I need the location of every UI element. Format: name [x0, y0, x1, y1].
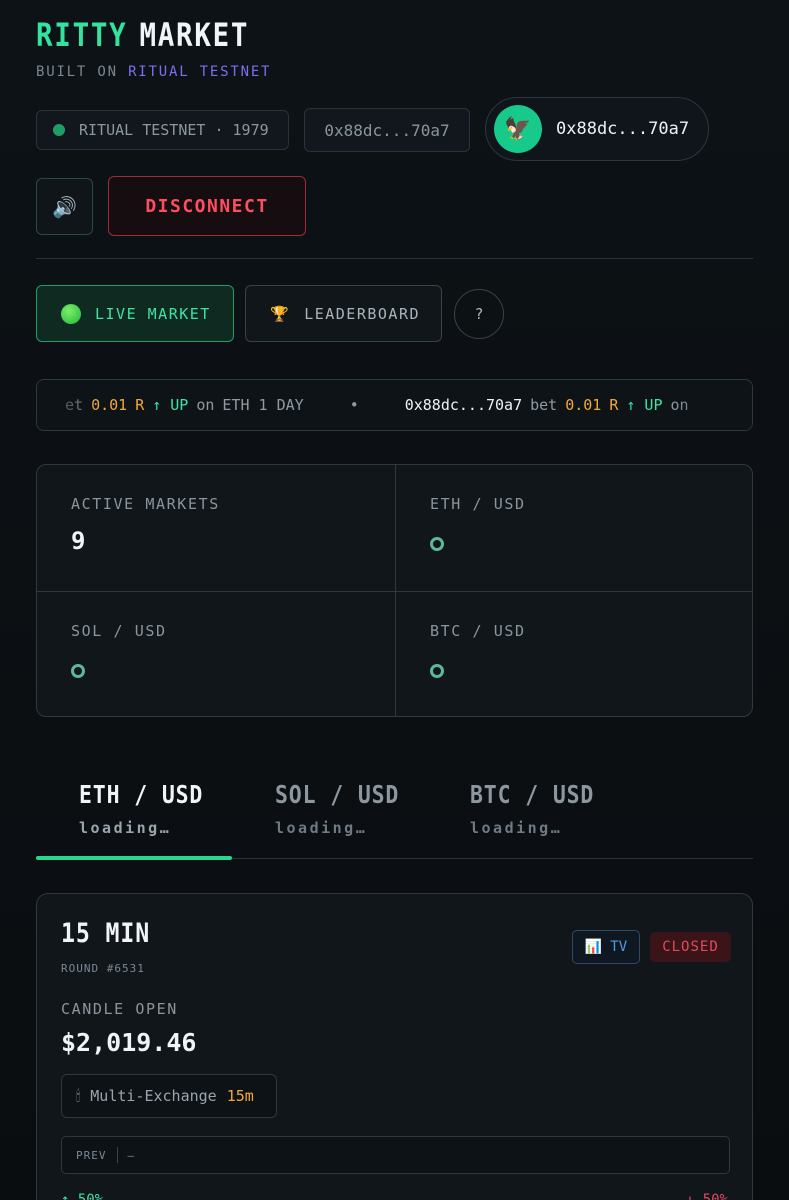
tab-active-indicator: [36, 856, 232, 860]
brand-primary: RITTY: [36, 16, 128, 54]
network-label: RITUAL TESTNET · 1979: [79, 121, 269, 139]
tradingview-button[interactable]: 📊 TV: [572, 930, 640, 964]
wallet-address: 0x88dc...70a7: [556, 119, 690, 139]
tab-leaderboard[interactable]: 🏆 LEADERBOARD: [245, 285, 442, 342]
round-timeframe: 15 MIN: [61, 918, 151, 949]
brand-logo: RITTY MARKET: [36, 16, 249, 54]
live-dot-icon: [61, 303, 81, 324]
down-percentage: ↓ 50%: [685, 1192, 728, 1200]
tab-live-market-label: LIVE MARKET: [95, 304, 211, 323]
market-tab-sol[interactable]: SOL / USD loading…: [275, 780, 471, 837]
eagle-icon: 🦅: [494, 105, 542, 153]
trophy-icon: 🏆: [270, 304, 291, 323]
candle-open-value: $2,019.46: [61, 1028, 197, 1057]
subtitle-network: RITUAL TESTNET: [128, 64, 272, 80]
prev-round-bar: PREV —: [61, 1136, 730, 1174]
divider: [36, 258, 753, 259]
round-number: ROUND #6531: [61, 962, 145, 975]
loading-spinner-icon: [430, 664, 444, 678]
ticker-separator: •: [349, 396, 359, 414]
tab-leaderboard-label: LEADERBOARD: [304, 304, 421, 323]
disconnect-button[interactable]: DISCONNECT: [108, 176, 306, 236]
loading-spinner-icon: [71, 664, 85, 678]
network-status-dot: [53, 124, 65, 136]
tab-live-market[interactable]: LIVE MARKET: [36, 285, 234, 342]
subtitle-prefix: BUILT ON: [36, 64, 118, 80]
address-chip[interactable]: 0x88dc...70a7: [304, 108, 470, 152]
ticker-row: et 0.01 R ↑ UP on ETH 1 DAY • 0x88dc...7…: [65, 396, 689, 414]
stat-btc-usd: BTC / USD: [396, 592, 752, 716]
subtitle: BUILT ON RITUAL TESTNET: [36, 64, 271, 80]
price-source-chip: 🕯 Multi-Exchange 15m: [61, 1074, 277, 1118]
activity-ticker: et 0.01 R ↑ UP on ETH 1 DAY • 0x88dc...7…: [36, 379, 753, 431]
status-badge: CLOSED: [650, 932, 731, 962]
stat-eth-usd: ETH / USD: [396, 465, 752, 591]
loading-spinner-icon: [430, 537, 444, 551]
candle-icon: 🕯: [76, 1087, 81, 1105]
sound-toggle-button[interactable]: 🔊: [36, 178, 93, 235]
stat-active-markets: ACTIVE MARKETS 9: [71, 495, 220, 555]
stat-sol-usd: SOL / USD: [37, 592, 395, 716]
network-badge: RITUAL TESTNET · 1979: [36, 110, 289, 150]
wallet-button[interactable]: 🦅 0x88dc...70a7: [485, 97, 709, 161]
speaker-icon: 🔊: [52, 194, 77, 219]
market-tab-eth[interactable]: ETH / USD loading…: [79, 780, 275, 837]
chart-icon: 📊: [584, 939, 603, 955]
round-card: 15 MIN ROUND #6531 📊 TV CLOSED CANDLE OP…: [36, 893, 753, 1200]
market-tab-btc[interactable]: BTC / USD loading…: [470, 780, 666, 837]
brand-secondary: MARKET: [139, 16, 250, 54]
stats-grid: ACTIVE MARKETS 9 ETH / USD SOL / USD BTC…: [36, 464, 753, 717]
up-percentage: ↑ 50%: [61, 1192, 104, 1200]
candle-open-label: CANDLE OPEN: [61, 1000, 178, 1018]
help-button[interactable]: ?: [454, 289, 504, 339]
